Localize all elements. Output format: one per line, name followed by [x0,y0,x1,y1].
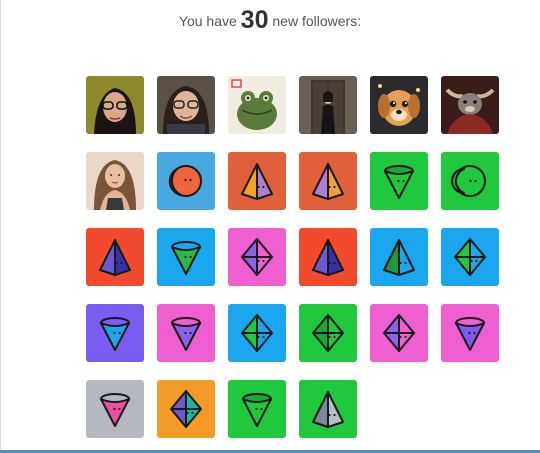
cone-avatar-icon [157,228,215,286]
follower-default-avatar[interactable] [86,228,144,286]
diamond-avatar-icon [441,228,499,286]
diamond-avatar-icon [299,304,357,362]
header-prefix: You have [178,13,237,29]
follower-default-avatar[interactable] [86,304,144,362]
follower-photo-avatar[interactable] [299,76,357,134]
follower-default-avatar[interactable] [441,228,499,286]
follower-count: 30 [240,6,269,34]
follower-default-avatar[interactable] [299,304,357,362]
pyramid-avatar-icon [86,228,144,286]
diamond-avatar-icon [228,304,286,362]
follower-default-avatar[interactable] [228,380,286,438]
follower-default-avatar[interactable] [157,304,215,362]
follower-default-avatar[interactable] [370,152,428,210]
follower-default-avatar[interactable] [299,152,357,210]
follower-photo-avatar[interactable] [441,76,499,134]
follower-default-avatar[interactable] [299,228,357,286]
cone-avatar-icon [370,152,428,210]
follower-photo-avatar[interactable] [370,76,428,134]
pyramid-avatar-icon [299,228,357,286]
follower-photo-avatar[interactable] [157,76,215,134]
follower-default-avatar[interactable] [86,380,144,438]
follower-default-avatar[interactable] [157,152,215,210]
cone-avatar-icon [441,304,499,362]
follower-default-avatar[interactable] [228,152,286,210]
cone-avatar-icon [86,304,144,362]
follower-avatar-grid [86,76,499,438]
follower-default-avatar[interactable] [441,304,499,362]
diamond-avatar-icon [157,380,215,438]
follower-default-avatar[interactable] [228,228,286,286]
moon-avatar-icon [441,152,499,210]
diamond-avatar-icon [228,228,286,286]
cone-avatar-icon [86,380,144,438]
profile-photo-puppy [370,76,428,134]
follower-default-avatar[interactable] [370,304,428,362]
follower-photo-avatar[interactable] [228,76,286,134]
profile-photo-woman-glasses [86,76,144,134]
follower-default-avatar[interactable] [441,152,499,210]
pyramid-avatar-icon [299,380,357,438]
cone-avatar-icon [157,304,215,362]
follower-default-avatar[interactable] [228,304,286,362]
follower-default-avatar[interactable] [370,228,428,286]
profile-photo-bull [441,76,499,134]
page-left-border [0,0,1,453]
follower-default-avatar[interactable] [157,228,215,286]
follower-photo-avatar[interactable] [86,76,144,134]
follower-default-avatar[interactable] [157,380,215,438]
followers-header: You have 30 new followers: [0,6,540,35]
pyramid-avatar-icon [299,152,357,210]
profile-photo-woman-portrait [86,152,144,210]
profile-photo-woman-glasses-2 [157,76,215,134]
follower-photo-avatar[interactable] [86,152,144,210]
pyramid-avatar-icon [370,228,428,286]
diamond-avatar-icon [370,304,428,362]
profile-photo-frog [228,76,286,134]
pyramid-avatar-icon [228,152,286,210]
cone-avatar-icon [228,380,286,438]
follower-default-avatar[interactable] [299,380,357,438]
profile-photo-woman-doorway [299,76,357,134]
header-suffix: new followers: [272,13,362,29]
moon-face-avatar-icon [157,152,215,210]
